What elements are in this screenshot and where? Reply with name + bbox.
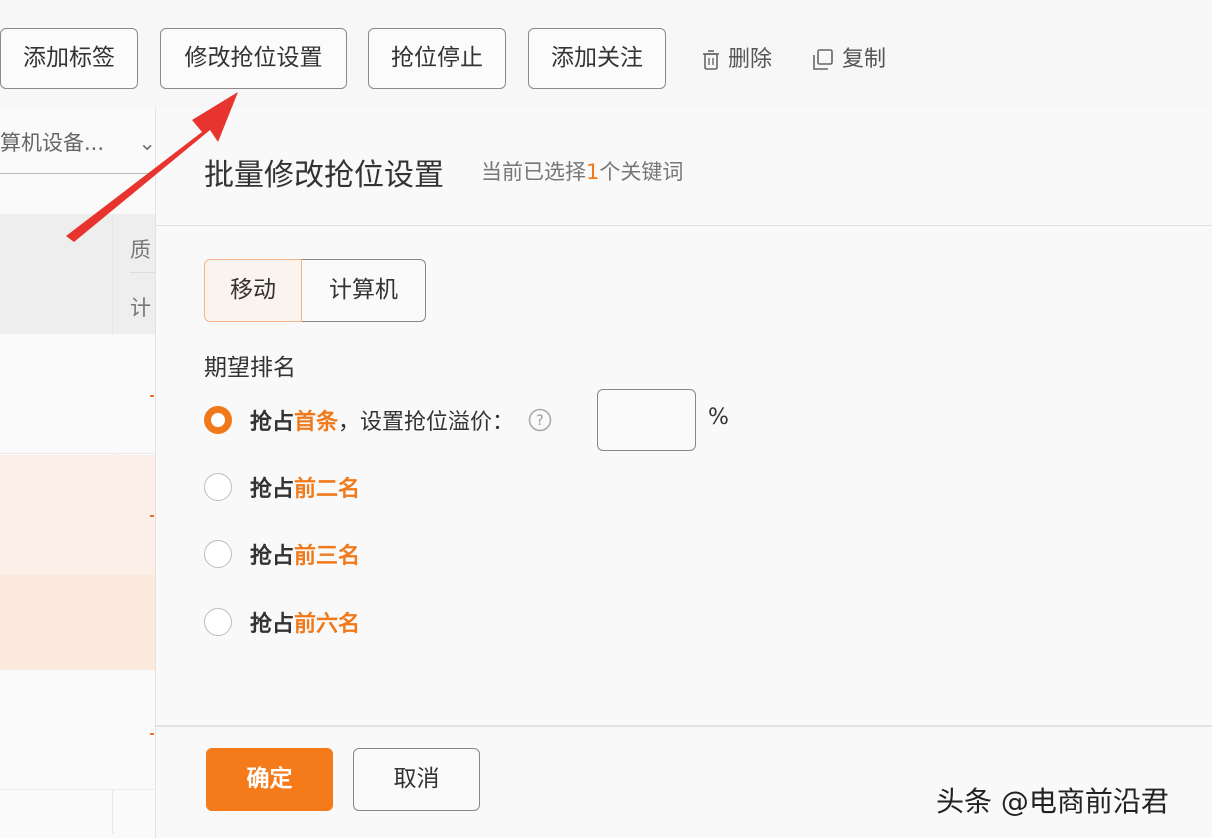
copy-icon [813, 49, 833, 70]
add-tag-button[interactable]: 添加标签 [0, 28, 138, 89]
option-label: 抢占首条，设置抢位溢价： [250, 404, 514, 436]
radio-button[interactable] [204, 608, 232, 636]
option-label: 抢占前六名 [250, 606, 360, 638]
cancel-button[interactable]: 取消 [353, 748, 480, 811]
option-top-six[interactable]: 抢占前六名 [204, 602, 360, 642]
footer-divider [156, 725, 1212, 727]
tab-computer[interactable]: 计算机 [302, 259, 426, 322]
annotation-arrow-icon [66, 92, 238, 242]
modal-subtitle: 当前已选择1个关键词 [481, 156, 683, 186]
option-highlight: 前二名 [294, 477, 361, 502]
copy-label: 复制 [842, 47, 887, 72]
selected-count: 1 [586, 160, 600, 184]
option-rest: ，设置抢位溢价： [338, 410, 515, 435]
radio-button[interactable] [204, 406, 232, 434]
expected-rank-label: 期望排名 [204, 355, 296, 381]
subtitle-prefix: 当前已选择 [481, 160, 586, 184]
option-highlight: 前六名 [294, 612, 361, 637]
radio-button[interactable] [204, 540, 232, 568]
table-header-cell: 计 [130, 296, 151, 320]
batch-edit-modal: 批量修改抢位设置 当前已选择1个关键词 移动 计算机 期望排名 抢占首条，设置抢… [155, 108, 1212, 838]
option-prefix: 抢占 [250, 612, 295, 637]
table-row[interactable] [0, 575, 160, 670]
stop-bid-button[interactable]: 抢位停止 [368, 28, 506, 89]
option-prefix: 抢占 [250, 410, 295, 435]
table-row[interactable] [0, 334, 160, 454]
delete-link[interactable]: 删除 [702, 44, 772, 76]
option-highlight: 首条 [294, 410, 339, 435]
help-icon[interactable]: ? [528, 408, 552, 432]
row-marker [150, 395, 154, 397]
confirm-button[interactable]: 确定 [206, 748, 333, 811]
percent-unit: % [708, 405, 729, 430]
option-label: 抢占前二名 [250, 471, 360, 503]
table-row[interactable] [0, 455, 160, 575]
svg-text:?: ? [536, 413, 543, 429]
table-row[interactable] [0, 670, 160, 790]
option-top-two[interactable]: 抢占前二名 [204, 467, 360, 507]
modify-bid-settings-button[interactable]: 修改抢位设置 [160, 28, 347, 89]
tab-mobile[interactable]: 移动 [204, 259, 302, 322]
delete-label: 删除 [728, 47, 773, 72]
option-first[interactable]: 抢占首条，设置抢位溢价： ? [204, 400, 552, 440]
modal-header: 批量修改抢位设置 当前已选择1个关键词 [156, 108, 1212, 226]
watermark: 头条 @电商前沿君 [936, 785, 1169, 818]
row-marker [150, 733, 154, 735]
radio-button[interactable] [204, 473, 232, 501]
option-highlight: 前三名 [294, 544, 361, 569]
add-follow-button[interactable]: 添加关注 [528, 28, 666, 89]
option-prefix: 抢占 [250, 477, 295, 502]
trash-icon [703, 50, 719, 70]
device-tabs: 移动 计算机 [204, 259, 426, 322]
option-label: 抢占前三名 [250, 538, 360, 570]
option-prefix: 抢占 [250, 544, 295, 569]
subtitle-suffix: 个关键词 [599, 160, 684, 184]
copy-link[interactable]: 复制 [812, 44, 886, 76]
bid-premium-input[interactable] [597, 389, 696, 451]
option-top-three[interactable]: 抢占前三名 [204, 534, 360, 574]
row-marker [150, 515, 154, 517]
